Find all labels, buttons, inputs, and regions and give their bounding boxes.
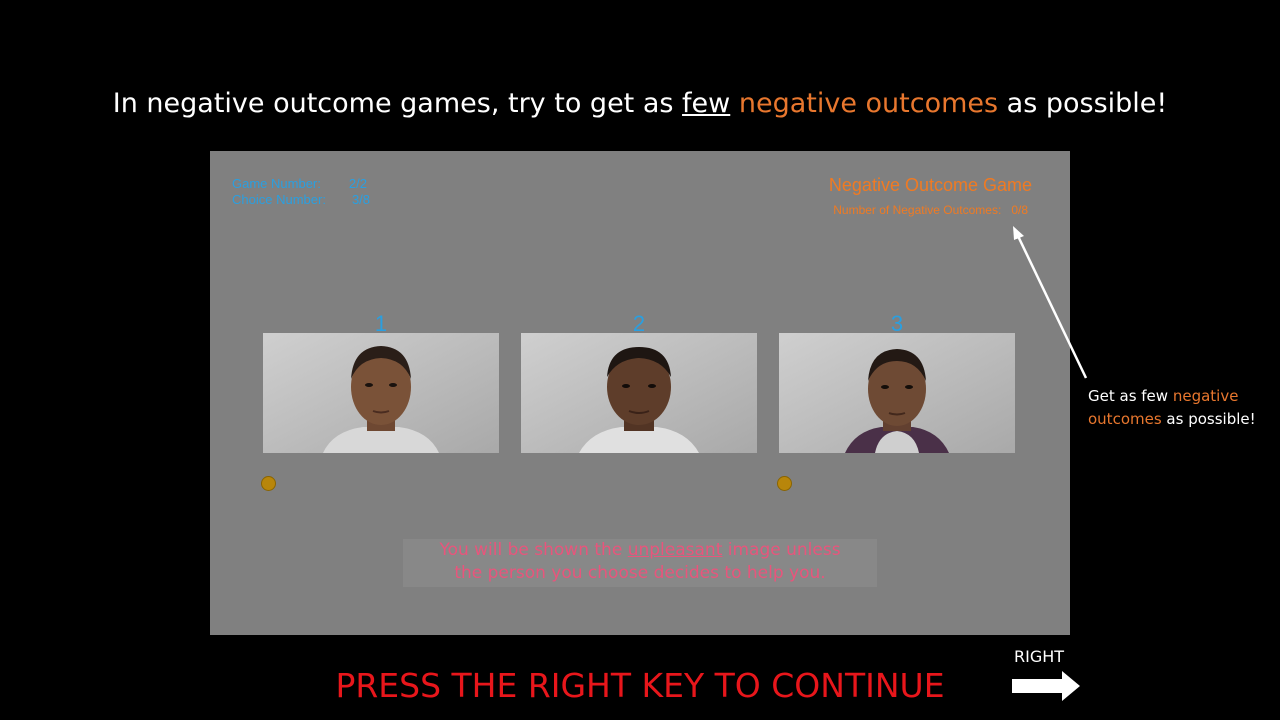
callout-negative: negative xyxy=(1172,387,1239,405)
press-right-key-prompt: PRESS THE RIGHT KEY TO CONTINUE xyxy=(335,666,945,705)
right-arrow-icon xyxy=(1012,671,1080,701)
callout-outcomes: outcomes xyxy=(1088,410,1162,428)
callout-post: as possible! xyxy=(1161,410,1256,428)
right-key-label: RIGHT xyxy=(1014,647,1065,666)
callout-pre: Get as few xyxy=(1088,387,1173,405)
callout-text: Get as few negative outcomes as possible… xyxy=(1088,385,1256,431)
callout-arrow-icon xyxy=(1013,226,1088,379)
